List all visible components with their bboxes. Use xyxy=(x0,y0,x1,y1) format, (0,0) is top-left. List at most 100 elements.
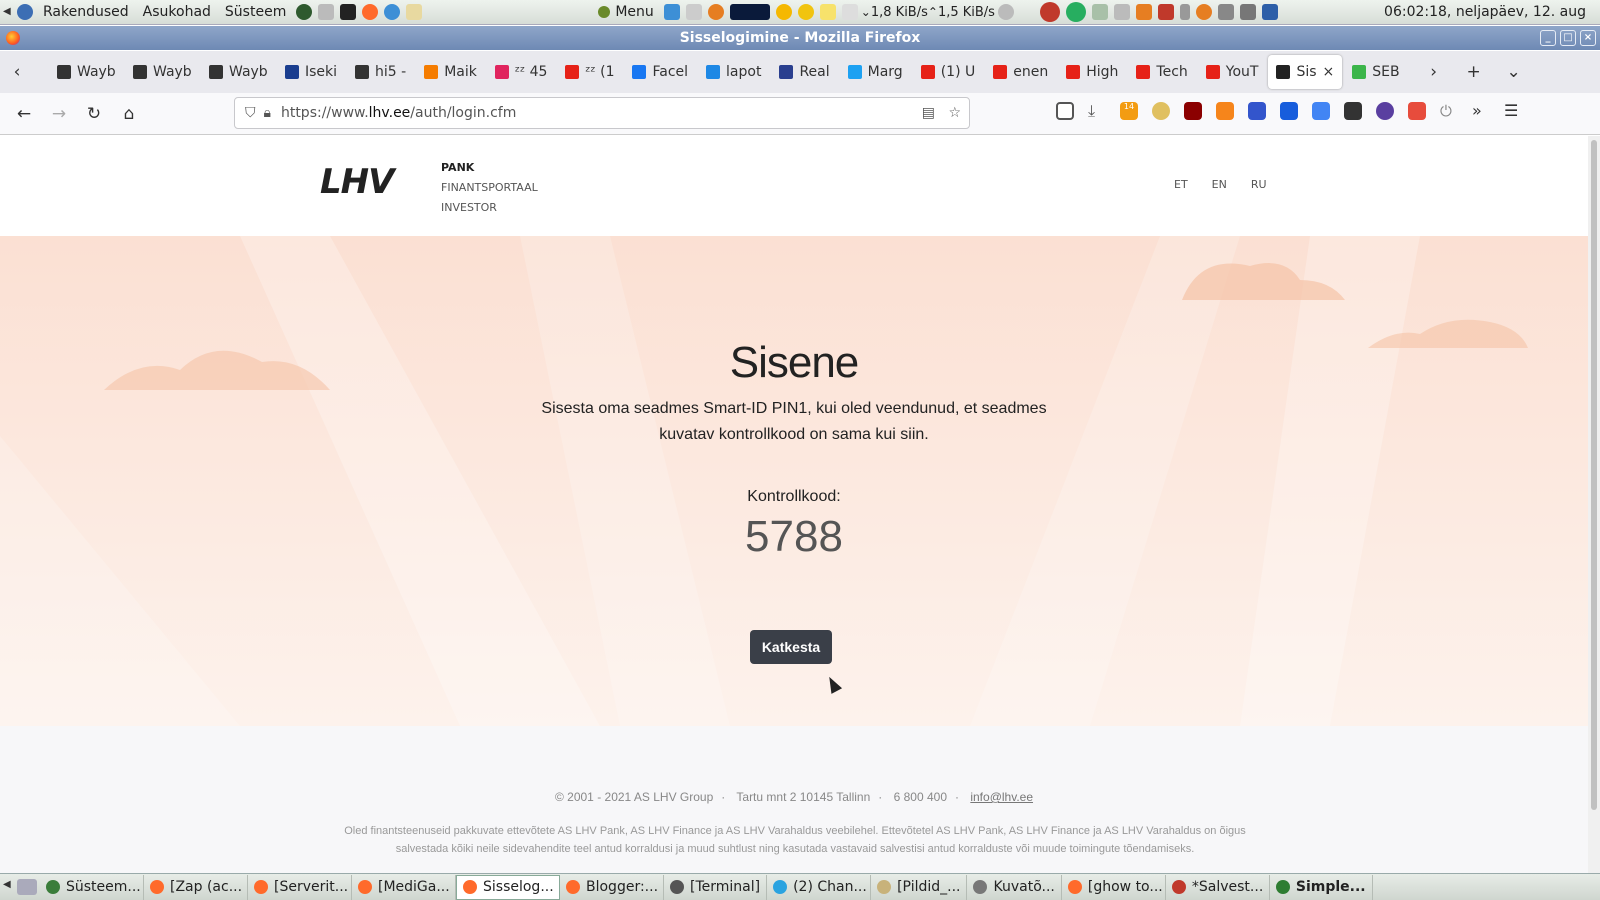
taskbar-window-button[interactable]: (2) Chan... xyxy=(767,874,872,900)
browser-tab[interactable]: Wayb xyxy=(201,55,275,89)
tab-close-icon[interactable]: × xyxy=(1323,64,1335,80)
lang-et[interactable]: ET xyxy=(1174,178,1188,191)
metamask-icon[interactable] xyxy=(1216,102,1234,120)
browser-tab[interactable]: ᶻᶻ 45 xyxy=(487,55,556,89)
browser-tab[interactable]: (1) U xyxy=(913,55,984,89)
taskbar-window-button[interactable]: Simple... xyxy=(1270,874,1373,900)
browser-tab[interactable]: High xyxy=(1058,55,1126,89)
firefox-tray-icon[interactable] xyxy=(1195,4,1212,20)
product-link-investor[interactable]: INVESTOR xyxy=(441,198,538,218)
forward-button[interactable]: → xyxy=(43,98,75,130)
menu-label[interactable]: Menu xyxy=(615,4,653,20)
taskbar-window-button[interactable]: [Pildid_... xyxy=(871,874,968,900)
browser-tab[interactable]: Wayb xyxy=(125,55,199,89)
check-icon[interactable] xyxy=(663,4,680,20)
screenshot-icon[interactable] xyxy=(1408,102,1426,120)
close-window-button[interactable]: × xyxy=(1580,30,1596,46)
taskbar-window-button[interactable]: [MediGa... xyxy=(352,874,456,900)
browser-tab[interactable]: lapot xyxy=(698,55,769,89)
tab-list-icon[interactable]: ⌄ xyxy=(1498,56,1530,88)
lhv-logo[interactable]: LHV xyxy=(320,162,394,202)
volume-icon[interactable] xyxy=(997,4,1014,20)
taskbar-window-button[interactable]: [Terminal] xyxy=(664,874,768,900)
clock[interactable]: 06:02:18, neljapäev, 12. aug xyxy=(1384,4,1586,20)
browser-tab[interactable]: Sis × xyxy=(1268,55,1343,89)
footer-email-link[interactable]: info@lhv.ee xyxy=(970,790,1033,804)
package-icon[interactable] xyxy=(1135,4,1152,20)
product-link-finantsportaal[interactable]: FINANTSPORTAAL xyxy=(441,178,538,198)
taskbar-arrow-icon[interactable]: ◀ xyxy=(3,879,11,895)
minimize-button[interactable]: _ xyxy=(1540,30,1556,46)
speaker-icon[interactable] xyxy=(1217,4,1234,20)
extension-badge-icon[interactable]: 14 xyxy=(1120,102,1138,120)
menu-swirl-icon[interactable] xyxy=(598,6,611,18)
lang-en[interactable]: EN xyxy=(1212,178,1227,191)
text-editor-icon[interactable] xyxy=(406,4,423,20)
grid-icon[interactable] xyxy=(1179,4,1190,20)
browser-tab[interactable]: YouT xyxy=(1198,55,1267,89)
maximize-button[interactable]: □ xyxy=(1560,30,1576,46)
window-titlebar[interactable]: Sisselogimine - Mozilla Firefox _ □ × xyxy=(0,26,1600,50)
taskbar-window-button[interactable]: Kuvatõ... xyxy=(967,874,1062,900)
browser-tab[interactable]: enen xyxy=(985,55,1056,89)
magnifier-icon[interactable] xyxy=(797,4,814,20)
browser-tab[interactable]: Facel xyxy=(624,55,696,89)
show-desktop-icon[interactable] xyxy=(17,879,37,895)
menu-system[interactable]: Süsteem xyxy=(225,4,286,20)
taskbar-window-button[interactable]: *Salvest... xyxy=(1166,874,1270,900)
tab-scroll-left-icon[interactable]: ‹ xyxy=(3,56,31,88)
new-tab-icon[interactable]: + xyxy=(1458,56,1490,88)
browser-tab[interactable]: Tech xyxy=(1128,55,1195,89)
cookie-icon[interactable] xyxy=(1152,102,1170,120)
applet-icon[interactable] xyxy=(1113,4,1130,20)
tracking-shield-icon[interactable]: ⛉ xyxy=(245,105,256,121)
lock-icon[interactable]: 🔒︎ xyxy=(264,105,271,121)
back-button[interactable]: ← xyxy=(8,98,40,130)
power-icon[interactable] xyxy=(1261,4,1278,20)
hamburger-menu-icon[interactable]: ☰ xyxy=(1504,102,1522,120)
product-link-pank[interactable]: PANK xyxy=(441,158,538,178)
browser-tab[interactable]: Iseki xyxy=(277,55,345,89)
taskbar-window-button[interactable]: [Serverit... xyxy=(248,874,352,900)
browser-tab[interactable]: Real xyxy=(771,55,837,89)
power-off-icon[interactable]: ⏻ xyxy=(1440,102,1458,120)
reader-view-icon[interactable]: ▤ xyxy=(922,105,935,121)
taskbar-window-button[interactable]: [ghow to... xyxy=(1062,874,1166,900)
network-icon[interactable] xyxy=(1239,4,1256,20)
ok-status-icon[interactable] xyxy=(1065,2,1086,22)
terminal-icon[interactable] xyxy=(340,4,357,20)
menu-applications[interactable]: Rakendused xyxy=(43,4,129,20)
cancel-button[interactable]: Katkesta xyxy=(750,630,832,664)
link-icon[interactable] xyxy=(1248,102,1266,120)
translate-icon[interactable] xyxy=(1312,102,1330,120)
browser-tab[interactable]: SEB xyxy=(1344,55,1407,89)
home-button[interactable]: ⌂ xyxy=(113,98,145,130)
browser-tab[interactable]: Maik xyxy=(416,55,485,89)
lang-ru[interactable]: RU xyxy=(1251,178,1267,191)
firefox-icon[interactable] xyxy=(362,4,379,20)
sort-icon[interactable] xyxy=(1344,102,1362,120)
reload-button[interactable]: ↻ xyxy=(78,98,110,130)
browser-tab[interactable]: Wayb xyxy=(49,55,123,89)
scrollbar-thumb[interactable] xyxy=(1591,140,1597,810)
notes-icon[interactable] xyxy=(819,4,836,20)
system-arrow-icon[interactable]: ◀ xyxy=(3,4,11,20)
page-scrollbar[interactable] xyxy=(1588,136,1600,873)
files-icon[interactable] xyxy=(318,4,335,20)
sun-icon[interactable] xyxy=(775,4,792,20)
thunderbird-icon[interactable] xyxy=(384,4,401,20)
pocket-icon[interactable] xyxy=(1056,102,1074,120)
taskbar-window-button[interactable]: Süsteem... xyxy=(40,874,144,900)
clipboard-icon[interactable] xyxy=(841,4,858,20)
tab-scroll-right-icon[interactable]: › xyxy=(1418,56,1450,88)
taskbar-window-button[interactable]: Blogger:... xyxy=(560,874,664,900)
browser-tab[interactable]: Marg xyxy=(840,55,911,89)
weather-icon[interactable] xyxy=(707,4,724,20)
record-icon[interactable] xyxy=(1039,2,1060,22)
browser-tab[interactable]: ᶻᶻ (1 xyxy=(557,55,622,89)
bitwarden-icon[interactable] xyxy=(1280,102,1298,120)
bookmark-star-icon[interactable]: ☆ xyxy=(948,105,961,121)
browser-tab[interactable]: hi5 - xyxy=(347,55,414,89)
url-bar[interactable]: ⛉ 🔒︎ https://www. lhv.ee/auth/login.cfm ▤… xyxy=(234,97,970,129)
calendar-icon[interactable] xyxy=(1157,4,1174,20)
